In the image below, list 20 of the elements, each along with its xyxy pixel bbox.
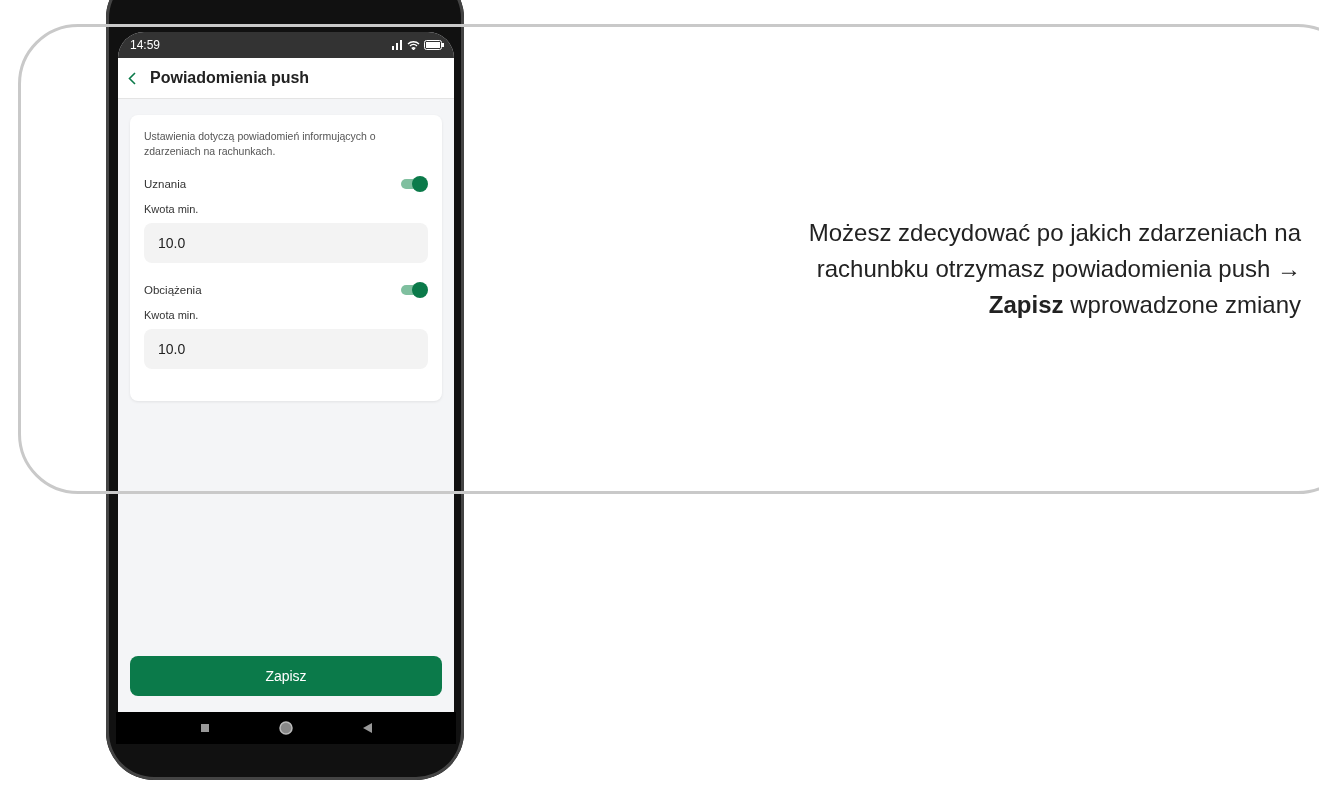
triangle-icon[interactable] (362, 723, 372, 733)
amount-field[interactable]: 10.0 (144, 223, 428, 264)
battery-icon (424, 40, 444, 50)
toggle-switch[interactable] (401, 175, 428, 194)
signal-icon (391, 40, 403, 50)
circle-icon[interactable] (278, 721, 293, 735)
field-label: Kwota min. (144, 309, 200, 322)
amount-field[interactable]: 10.0 (144, 329, 428, 370)
save-button[interactable]: Zapisz (130, 656, 442, 696)
field-label: Kwota min. (144, 203, 200, 216)
setting-label: Uznania (144, 178, 187, 191)
wifi-icon (407, 40, 420, 50)
setting-label: Obciążenia (144, 284, 202, 297)
toggle-switch[interactable] (401, 281, 428, 300)
settings-description: Ustawienia dotyczą powiadomień informujących o zdarzeniach na rachunkach. (144, 129, 377, 160)
status-time: 14:59 (130, 38, 161, 52)
instruction-text: Możesz zdecydować po jakich zdarzeniach na rachunbku otrzymasz powiadomienia push → Zapisz wprowadzone zmiany (807, 218, 1301, 320)
square-icon[interactable] (200, 724, 209, 732)
screen-title: Powiadomienia push (150, 69, 310, 87)
back-icon[interactable] (128, 71, 136, 85)
